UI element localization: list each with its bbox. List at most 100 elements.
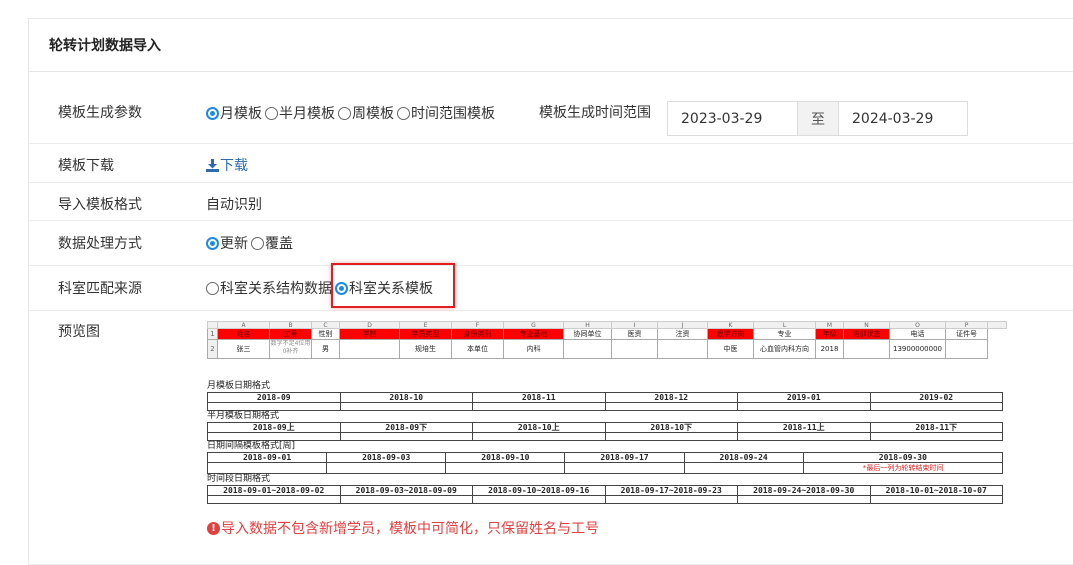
format-cell: 2018-09上 bbox=[207, 422, 341, 433]
excel-header-cell: 学员类型 bbox=[400, 329, 452, 340]
format-blank-cell bbox=[207, 495, 341, 504]
format-title: 时间段日期格式 bbox=[207, 474, 271, 484]
format-table: 2018-09-01~2018-09-02 2018-09-03~2018-09-… bbox=[207, 485, 1003, 504]
format-table: 2018-09 2018-10 2018-11 2018-12 2019-01 2019-… bbox=[207, 392, 1003, 411]
excel-header-cell: 年级 bbox=[816, 329, 844, 340]
format-table: 2018-09-01 2018-09-03 2018-09-10 2018-09-17… bbox=[206, 452, 1004, 474]
format-table: 2018-09上 2018-09下 2018-10上 2018-10下 2018-11上… bbox=[207, 422, 1003, 441]
excel-col-letter: G bbox=[504, 322, 564, 329]
excel-col-letter bbox=[208, 322, 218, 328]
format-cell: 2018-10下 bbox=[604, 422, 738, 433]
format-cell: 2018-10 bbox=[339, 392, 473, 403]
excel-sample-cell: 2018 bbox=[816, 340, 844, 359]
format-cell: 2018-09下 bbox=[339, 422, 473, 433]
excel-sample-cell: 男 bbox=[312, 340, 340, 359]
excel-col-letter: I bbox=[612, 322, 658, 329]
format-title: 月模板日期格式 bbox=[207, 381, 271, 391]
excel-sample-cell: 13900000000 bbox=[890, 340, 946, 359]
excel-col-letter: C bbox=[312, 322, 340, 329]
format-blank-cell bbox=[869, 402, 1003, 411]
format-blank-cell bbox=[604, 402, 738, 411]
excel-header-cell: 姓名 bbox=[218, 329, 270, 340]
format-cell: 2019-02 bbox=[869, 392, 1003, 403]
end-date-input[interactable]: 2024-03-29 bbox=[838, 101, 968, 136]
format-blank-cell bbox=[737, 402, 871, 411]
date-range-picker: 2023-03-29 至 2024-03-29 bbox=[667, 101, 968, 136]
format-blank-cell bbox=[339, 432, 473, 441]
format-blank-cell bbox=[737, 432, 871, 441]
excel-sample-cell: 规培生 bbox=[400, 340, 452, 359]
excel-header-cell: 证件号 bbox=[946, 329, 988, 340]
format-blank-cell bbox=[564, 462, 685, 474]
excel-col-letter: P bbox=[946, 322, 988, 329]
format-cell: 2018-09-10 bbox=[445, 452, 566, 463]
download-link[interactable]: 下载 bbox=[206, 155, 248, 175]
format-blank-cell bbox=[326, 462, 447, 474]
format-cell: 2018-09-17~2018-09-23 bbox=[604, 485, 738, 496]
excel-header-cell: 工号 bbox=[270, 329, 312, 340]
template-params-label: 模板生成参数 bbox=[58, 105, 142, 121]
excel-header-cell: 协同单位 bbox=[564, 329, 612, 340]
format-blank-cell: *最后一列为轮转结束时间 bbox=[802, 462, 1004, 474]
download-icon bbox=[206, 158, 219, 172]
data-mode-label: 数据处理方式 bbox=[58, 236, 142, 252]
format-blank-cell bbox=[339, 495, 473, 504]
start-date-input[interactable]: 2023-03-29 bbox=[667, 101, 798, 136]
excel-col-letter: A bbox=[218, 322, 270, 329]
excel-column-header: ABCDEFGHIJKLMNOP bbox=[207, 321, 1007, 329]
excel-header-cell: 身份类别 bbox=[452, 329, 504, 340]
excel-sample-cell bbox=[658, 340, 708, 359]
radio-dept-structure-data[interactable]: 科室关系结构数据 bbox=[206, 278, 332, 298]
excel-col-letter: E bbox=[400, 322, 452, 329]
range-label: 模板生成时间范围 bbox=[539, 105, 651, 121]
radio-checked-icon bbox=[206, 106, 219, 120]
format-blank-cell bbox=[869, 432, 1003, 441]
format-blank-cell bbox=[339, 402, 473, 411]
format-cell: 2018-10-01~2018-10-07 bbox=[869, 485, 1003, 496]
format-cell: 2018-09-17 bbox=[564, 452, 685, 463]
excel-col-letter: N bbox=[844, 322, 890, 329]
format-cell: 2018-09-24 bbox=[683, 452, 804, 463]
format-cell: 2018-09-03~2018-09-09 bbox=[339, 485, 473, 496]
excel-sample-row: 2 张三 数字不足4位用0补齐男 规培生 本单位 内科 中医 心血管内科方向 2018 13900… bbox=[207, 340, 1007, 359]
format-blank-cell bbox=[472, 432, 606, 441]
import-format-value: 自动识别 bbox=[206, 197, 262, 213]
excel-header-cell: 1 bbox=[208, 329, 218, 340]
format-blank-cell bbox=[445, 462, 566, 474]
excel-sample-cell: 2 bbox=[208, 340, 218, 359]
radio-unchecked-icon bbox=[251, 236, 264, 250]
excel-sample-cell: 张三 bbox=[218, 340, 270, 359]
radio-checked-icon bbox=[206, 236, 219, 250]
format-blank-cell bbox=[604, 432, 738, 441]
excel-header-cell: 专业基地 bbox=[504, 329, 564, 340]
format-blank-cell bbox=[207, 402, 341, 411]
excel-sample-cell: 数字不足4位用0补齐 bbox=[270, 340, 312, 359]
excel-header-cell: 电话 bbox=[890, 329, 946, 340]
excel-col-letter: M bbox=[816, 322, 844, 329]
highlight-annotation-box bbox=[331, 263, 455, 308]
excel-sample-cell bbox=[612, 340, 658, 359]
excel-header-cell: 医资 bbox=[612, 329, 658, 340]
format-blank-cell bbox=[207, 432, 341, 441]
row-dept-source: 科室匹配来源 科室关系结构数据 科室关系模板 bbox=[29, 266, 1073, 311]
excel-col-letter: L bbox=[754, 322, 816, 329]
excel-header-cell: 注资 bbox=[658, 329, 708, 340]
excel-header-cell: 学制 bbox=[340, 329, 400, 340]
radio-overwrite[interactable]: 覆盖 bbox=[251, 233, 293, 253]
panel-header: 轮转计划数据导入 bbox=[29, 19, 1073, 72]
row-template-download: 模板下载 下载 bbox=[29, 144, 1073, 183]
radio-half-month-template[interactable]: 半月模板 bbox=[265, 103, 335, 123]
radio-update[interactable]: 更新 bbox=[206, 233, 248, 253]
excel-sample-cell: 心血管内科方向 bbox=[754, 340, 816, 359]
excel-col-letter: J bbox=[658, 322, 708, 329]
radio-unchecked-icon bbox=[397, 106, 410, 120]
radio-month-template[interactable]: 月模板 bbox=[206, 103, 262, 123]
format-cell: 2019-01 bbox=[737, 392, 871, 403]
excel-sample-cell: 内科 bbox=[504, 340, 564, 359]
format-title: 半月模板日期格式 bbox=[207, 411, 280, 421]
excel-col-letter: F bbox=[452, 322, 504, 329]
excel-sample-cell bbox=[564, 340, 612, 359]
radio-time-range-template[interactable]: 时间范围模板 bbox=[397, 103, 495, 123]
import-warning: ! 导入数据不包含新增学员，模板中可简化，只保留姓名与工号 bbox=[207, 518, 599, 538]
radio-week-template[interactable]: 周模板 bbox=[338, 103, 394, 123]
